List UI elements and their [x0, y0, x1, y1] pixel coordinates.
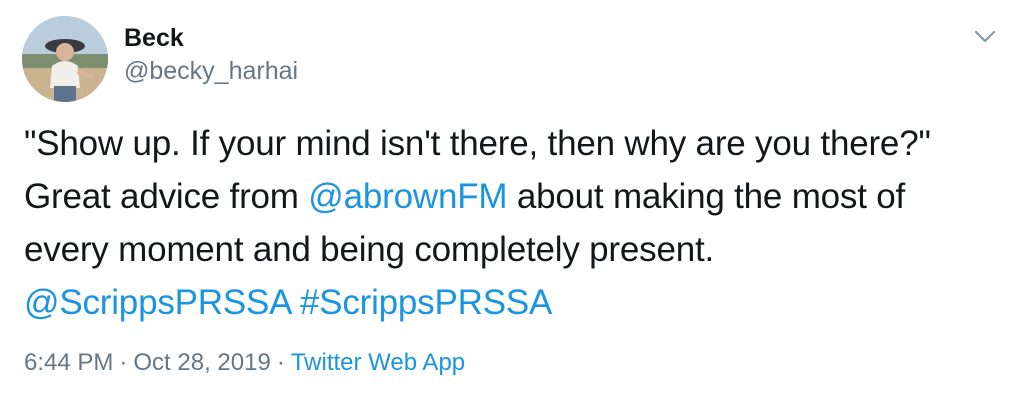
- tweet-text: "Show up. If your mind isn't there, then…: [24, 117, 984, 329]
- author-handle[interactable]: @becky_harhai: [124, 54, 298, 88]
- hashtag-link[interactable]: #ScrippsPRSSA: [300, 283, 552, 322]
- mention-link[interactable]: @abrownFM: [308, 177, 507, 216]
- tweet-date: Oct 28, 2019: [133, 349, 271, 376]
- avatar[interactable]: [22, 16, 108, 102]
- tweet-text-segment: [290, 283, 300, 322]
- avatar-image: [22, 16, 108, 102]
- author-block[interactable]: Beck @becky_harhai: [124, 22, 298, 88]
- tweet-time: 6:44 PM: [24, 349, 114, 376]
- tweet-meta: 6:44 PM · Oct 28, 2019 · Twitter Web App: [24, 347, 465, 379]
- chevron-down-icon: [974, 30, 996, 43]
- more-options-button[interactable]: [971, 22, 999, 50]
- meta-separator: ·: [119, 349, 128, 376]
- mention-link[interactable]: @ScrippsPRSSA: [24, 283, 291, 322]
- tweet-source-link[interactable]: Twitter Web App: [291, 349, 465, 376]
- author-display-name[interactable]: Beck: [124, 22, 298, 54]
- tweet-time-link[interactable]: 6:44 PM · Oct 28, 2019: [24, 349, 271, 376]
- tweet-card: Beck @becky_harhai "Show up. If your min…: [0, 0, 1023, 400]
- meta-separator: ·: [276, 349, 285, 376]
